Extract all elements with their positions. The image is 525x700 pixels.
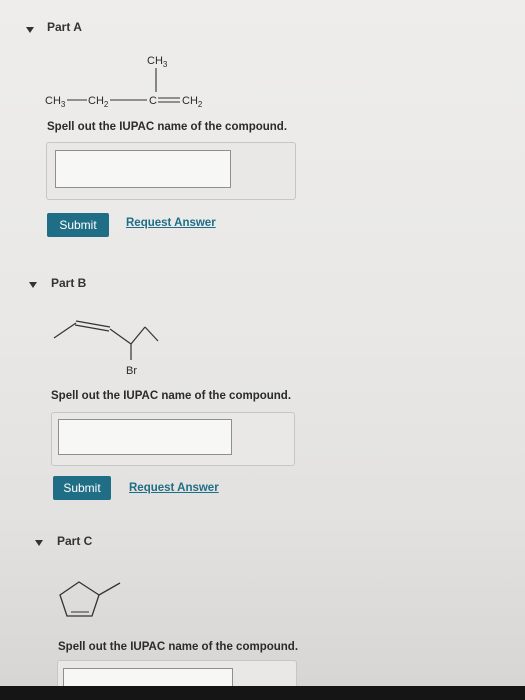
part-b-question: Spell out the IUPAC name of the compound… [51,390,292,402]
methyl-bond-c [98,582,121,596]
part-a-question: Spell out the IUPAC name of the compound… [47,121,288,133]
part-a-request-answer-link[interactable]: Request Answer [126,217,216,229]
part-c-structure [59,581,121,617]
bromine-label: Br [126,365,137,377]
collapse-caret-icon[interactable] [29,282,37,288]
bond-b2 [109,328,132,345]
part-b-submit-button[interactable]: Submit [53,476,111,500]
part-a-title: Part A [47,20,82,34]
cyclopentene-ring [59,581,100,617]
part-a-answer-input[interactable] [55,150,231,188]
collapse-caret-icon[interactable] [35,540,43,546]
part-b-title: Part B [51,276,87,290]
bond-b1 [53,322,77,339]
part-b-structure: Br [53,320,159,377]
part-b-answer-input[interactable] [58,419,232,455]
methyl-ch: CH [147,55,163,67]
methyl-label: CH3 [147,55,168,69]
part-c-question: Spell out the IUPAC name of the compound… [58,641,299,653]
chain-terminal-ch2: CH2 [182,95,203,109]
part-c-answer-input[interactable] [63,668,233,688]
bond-b4 [144,326,159,342]
part-a-submit-button[interactable]: Submit [47,213,109,237]
part-a-structure: CH3 CH3 CH2 C CH2 [45,55,203,109]
collapse-caret-icon[interactable] [26,27,34,33]
bond-b3 [130,326,146,345]
screen-bezel [0,686,525,700]
part-c-title: Part C [57,534,93,548]
methyl-sub: 3 [163,60,168,69]
chain-c: C [149,95,157,107]
part-b-request-answer-link[interactable]: Request Answer [129,482,219,494]
chain-ch2: CH2 [88,95,109,109]
chain-ch3: CH3 [45,95,66,109]
